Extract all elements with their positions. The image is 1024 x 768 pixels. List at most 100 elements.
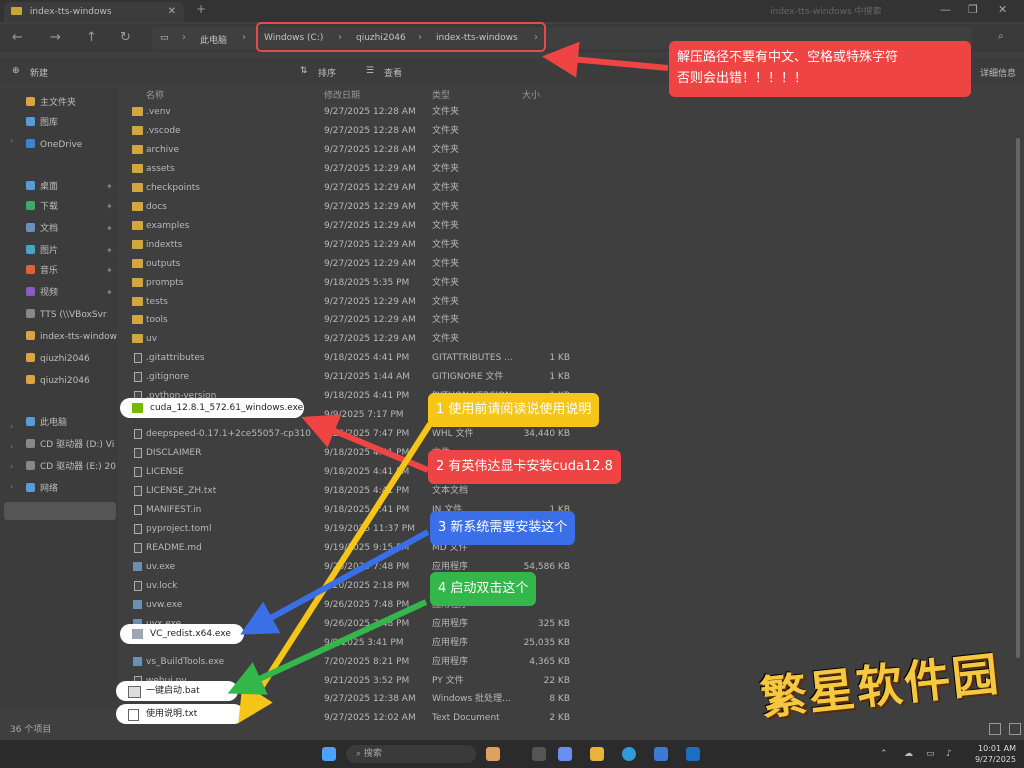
sidebar-item[interactable]: 视频 (26, 284, 118, 302)
sort-button[interactable]: 排序 (318, 66, 336, 79)
refresh-icon[interactable]: ↻ (120, 30, 131, 45)
file-row[interactable]: uvw.exe9/26/2025 7:48 PM应用程序 (124, 596, 1014, 614)
cuda-installer-item[interactable]: cuda_12.8.1_572.61_windows.exe (120, 398, 304, 418)
column-type[interactable]: 类型 (432, 88, 450, 101)
file-row[interactable]: .venv 9/27/2025 12:28 AM 文件夹 (124, 103, 1014, 121)
chevron-right-icon[interactable]: › (10, 422, 13, 431)
task-view-icon[interactable] (532, 747, 546, 761)
widgets-icon[interactable] (486, 747, 500, 761)
sidebar-item[interactable]: CD 驱动器 (E:) 20 (26, 458, 118, 476)
sidebar-item[interactable]: CD 驱动器 (D:) Vi (26, 436, 118, 454)
vcredist-item[interactable]: VC_redist.x64.exe (120, 624, 244, 644)
sidebar-item[interactable]: 主文件夹 (26, 94, 118, 112)
edge-icon[interactable] (622, 747, 636, 761)
sidebar-item[interactable]: 图库 (26, 114, 118, 132)
maximize-icon[interactable]: ❐ (968, 3, 978, 16)
sidebar-item[interactable]: index-tts-window (26, 328, 118, 346)
file-row[interactable]: LICENSE_ZH.txt 9/18/2025 4:41 PM 文本文档 (124, 482, 1014, 500)
file-row[interactable]: uv.lock9/20/2025 2:18 PMLOCK 文件 (124, 577, 1014, 595)
taskbar-search[interactable]: ⌕ 搜索 (346, 745, 476, 763)
cell-date: 9/26/2025 7:48 PM (324, 561, 410, 572)
file-row[interactable]: .vscode 9/27/2025 12:28 AM 文件夹 (124, 122, 1014, 140)
details-view-icon[interactable] (989, 723, 1001, 735)
file-explorer-icon[interactable] (590, 747, 604, 761)
back-icon[interactable]: ← (12, 30, 23, 45)
details-button[interactable]: 详细信息 (980, 66, 1016, 79)
volume-icon[interactable]: ♪ (946, 749, 952, 759)
sidebar-item-label: 主文件夹 (40, 98, 77, 108)
sidebar-item[interactable]: OneDrive (26, 136, 118, 154)
sidebar-item[interactable]: qiuzhi2046 (26, 372, 118, 390)
start-bat-item[interactable]: 一键启动.bat (116, 681, 238, 701)
window-tab[interactable]: index-tts-windows ✕ (4, 2, 184, 22)
file-row[interactable]: outputs 9/27/2025 12:29 AM 文件夹 (124, 255, 1014, 273)
sidebar-item[interactable]: 桌面 (26, 178, 118, 196)
network-icon[interactable]: ☁ (904, 749, 913, 759)
file-row[interactable]: uv.exe 9/26/2025 7:48 PM 应用程序 54,586 KB (124, 558, 1014, 576)
file-row[interactable]: examples 9/27/2025 12:29 AM 文件夹 (124, 217, 1014, 235)
up-icon[interactable]: ↑ (86, 30, 97, 45)
column-date[interactable]: 修改日期 (324, 88, 360, 101)
file-row[interactable]: indextts 9/27/2025 12:29 AM 文件夹 (124, 236, 1014, 254)
view-icon[interactable]: ☰ (366, 66, 374, 76)
file-row[interactable]: .gitignore 9/21/2025 1:44 AM GITIGNORE 文件 1… (124, 368, 1014, 386)
new-icon[interactable]: ⊕ (12, 66, 20, 76)
sidebar-item[interactable]: 文档 (26, 220, 118, 238)
chevron-right-icon[interactable]: › (10, 136, 13, 145)
close-window-icon[interactable]: ✕ (998, 3, 1007, 16)
chevron-right-icon[interactable]: › (10, 442, 13, 451)
file-row[interactable]: prompts 9/18/2025 5:35 PM 文件夹 (124, 274, 1014, 292)
sidebar-item[interactable]: 网络 (26, 480, 118, 498)
file-row[interactable]: tests 9/27/2025 12:29 AM 文件夹 (124, 293, 1014, 311)
view-button[interactable]: 查看 (384, 66, 402, 79)
file-icon (134, 429, 142, 440)
search-icon: ⌕ (356, 749, 362, 759)
readme-txt-item[interactable]: 使用说明.txt (116, 704, 244, 724)
store-icon[interactable] (654, 747, 668, 761)
scrollbar-thumb[interactable] (1016, 138, 1020, 658)
sidebar-item-icon (26, 309, 35, 318)
sidebar-item-label: qiuzhi2046 (40, 354, 90, 364)
file-row[interactable]: archive 9/27/2025 12:28 AM 文件夹 (124, 141, 1014, 159)
forward-icon[interactable]: → (50, 30, 61, 45)
file-row[interactable]: checkpoints 9/27/2025 12:29 AM 文件夹 (124, 179, 1014, 197)
text-file-icon (128, 709, 139, 721)
sort-icon[interactable]: ⇅ (300, 66, 308, 76)
outlook-icon[interactable] (686, 747, 700, 761)
new-button[interactable]: 新建 (30, 66, 48, 79)
column-size[interactable]: 大小 (522, 88, 540, 101)
minimize-icon[interactable]: — (940, 3, 951, 16)
chevron-up-icon[interactable]: ⌃ (880, 749, 888, 759)
sidebar-item[interactable]: qiuzhi2046 (26, 350, 118, 368)
sidebar-item[interactable]: 图片 (26, 242, 118, 260)
file-row[interactable]: docs 9/27/2025 12:29 AM 文件夹 (124, 198, 1014, 216)
search-icon[interactable]: ⌕ (998, 31, 1004, 42)
file-row[interactable]: .gitattributes 9/18/2025 4:41 PM GITATTRIB… (124, 349, 1014, 367)
tiles-view-icon[interactable] (1009, 723, 1022, 735)
cell-type: 文件夹 (432, 144, 460, 155)
sidebar-item[interactable]: TTS (\\VBoxSvr (26, 306, 118, 324)
new-tab-icon[interactable]: + (196, 2, 206, 16)
chevron-right-icon[interactable]: › (10, 482, 13, 491)
file-row[interactable]: deepspeed-0.17.1+2ce55057-cp310 9/26/2025… (124, 425, 1014, 443)
start-icon[interactable] (322, 747, 336, 761)
column-name[interactable]: 名称 (146, 88, 164, 101)
chevron-right-icon[interactable]: › (10, 462, 13, 471)
cell-date: 9/26/2025 7:47 PM (324, 429, 410, 440)
file-row[interactable]: uv 9/27/2025 12:29 AM 文件夹 (124, 330, 1014, 348)
clock[interactable]: 10:01 AM 9/27/2025 (968, 743, 1016, 765)
cell-name: LICENSE_ZH.txt (146, 486, 217, 496)
file-row[interactable]: uvx.exe9/26/2025 7:48 PM应用程序325 KB (124, 615, 1014, 633)
cell-date: 9/27/2025 12:29 AM (324, 182, 416, 193)
sidebar-item[interactable]: 下载 (26, 198, 118, 216)
file-row[interactable]: tools 9/27/2025 12:29 AM 文件夹 (124, 311, 1014, 329)
file-row[interactable]: assets 9/27/2025 12:29 AM 文件夹 (124, 160, 1014, 178)
scrollbar[interactable] (1014, 88, 1022, 708)
sidebar-item[interactable]: 音乐 (26, 262, 118, 280)
copilot-icon[interactable] (558, 747, 572, 761)
breadcrumb-root[interactable]: 此电脑 (200, 33, 227, 46)
display-icon[interactable]: ▭ (926, 749, 935, 759)
cell-type: 文件夹 (432, 182, 460, 193)
sidebar-item[interactable]: 此电脑 (26, 414, 118, 432)
close-tab-icon[interactable]: ✕ (168, 2, 176, 22)
